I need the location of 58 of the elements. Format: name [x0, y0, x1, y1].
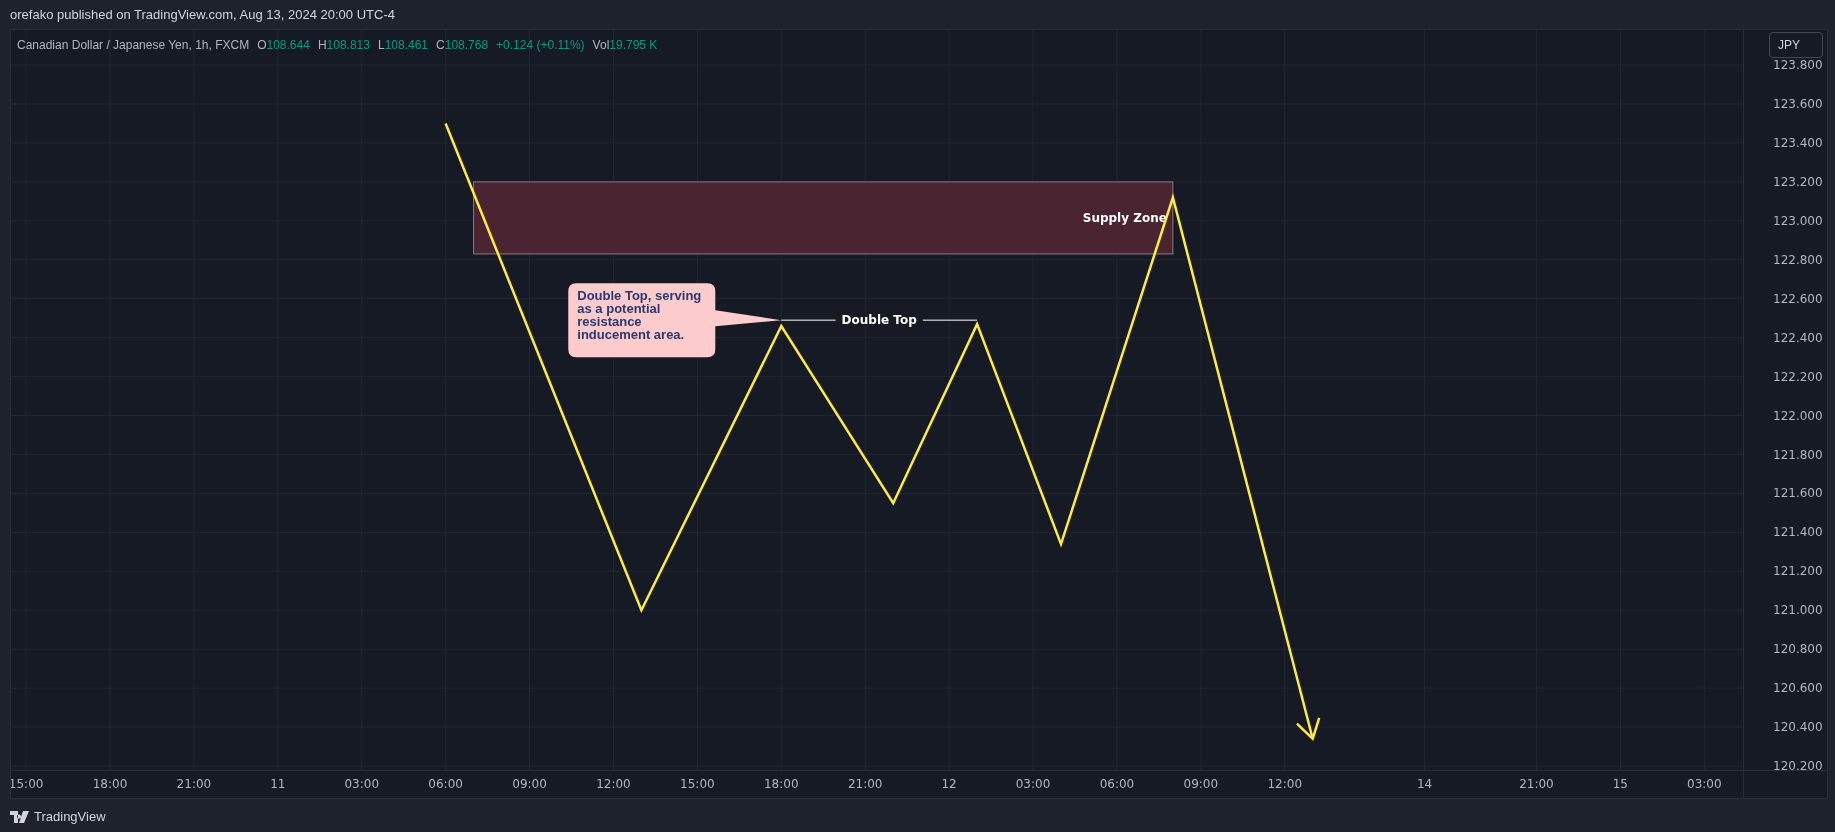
time-label: 21:00 — [847, 777, 883, 791]
time-label: 03:00 — [1687, 777, 1722, 791]
time-label: 09:00 — [512, 777, 547, 791]
price-label: 121.000 — [1773, 603, 1823, 618]
time-label: 14 — [1416, 777, 1433, 791]
legend-label: Vol — [592, 38, 610, 52]
price-label: 123.000 — [1773, 213, 1823, 228]
price-change: +0.124 (+0.11%) — [496, 37, 585, 54]
price-label: 120.400 — [1773, 720, 1823, 735]
time-label: 06:00 — [428, 777, 463, 791]
publish-info: orefako published on TradingView.com, Aug 13, 2024 20:00 UTC-4 — [10, 7, 395, 22]
time-label: 12:00 — [596, 777, 631, 791]
legend-value: 108.813 — [326, 38, 370, 52]
time-label: 21:00 — [176, 777, 212, 791]
price-label: 121.200 — [1773, 564, 1823, 579]
legend-label: O — [257, 38, 267, 52]
legend-value: 19.795 K — [609, 38, 658, 52]
price-label: 120.600 — [1773, 681, 1823, 696]
time-label: 15:00 — [680, 777, 715, 791]
price-label: 120.200 — [1773, 759, 1823, 774]
price-label: 122.200 — [1773, 369, 1823, 384]
price-label: 123.400 — [1773, 135, 1823, 150]
time-label: 12:00 — [1267, 777, 1303, 791]
logo-text[interactable]: TradingView — [34, 806, 106, 827]
currency-button[interactable]: JPY — [1769, 32, 1823, 58]
zone-label: Supply Zone — [1082, 210, 1167, 225]
price-label: 121.600 — [1773, 486, 1823, 501]
legend-label: C — [436, 38, 445, 52]
price-label: 120.800 — [1773, 642, 1823, 657]
price-label: 121.400 — [1773, 525, 1823, 540]
logo-icon[interactable] — [10, 810, 30, 823]
price-label: 122.000 — [1773, 408, 1823, 423]
price-label: 122.400 — [1773, 330, 1823, 345]
time-label: 18:00 — [92, 777, 128, 791]
time-label: 03:00 — [344, 777, 380, 791]
time-label: 03:00 — [1015, 777, 1051, 791]
time-label: 15 — [1612, 777, 1629, 791]
legend-value: 108.768 — [444, 38, 489, 52]
time-label: 12 — [941, 777, 957, 791]
price-label: 121.800 — [1773, 447, 1823, 462]
time-label: 18:00 — [764, 777, 799, 791]
time-label: 09:00 — [1183, 777, 1219, 791]
legend-value: 108.644 — [266, 38, 310, 52]
symbol-title: Canadian Dollar / Japanese Yen, 1h, FXCM — [17, 37, 250, 54]
price-label: 123.200 — [1773, 174, 1823, 189]
legend-value: 108.461 — [384, 38, 429, 52]
time-label: 06:00 — [1099, 777, 1135, 791]
price-label: 122.800 — [1773, 252, 1823, 267]
legend-label: L — [377, 38, 385, 52]
legend-label: H — [317, 38, 327, 52]
time-label: 11 — [270, 777, 286, 791]
callout-text: Double Top, serving as a potential resistance inducement area. — [577, 288, 702, 343]
time-label: 15:00 — [11, 777, 44, 791]
price-label: 123.600 — [1773, 97, 1823, 111]
price-label: 123.800 — [1773, 58, 1823, 73]
time-label: 21:00 — [1519, 777, 1554, 791]
price-label: 122.600 — [1773, 291, 1823, 306]
level-label: Double Top — [841, 313, 917, 328]
